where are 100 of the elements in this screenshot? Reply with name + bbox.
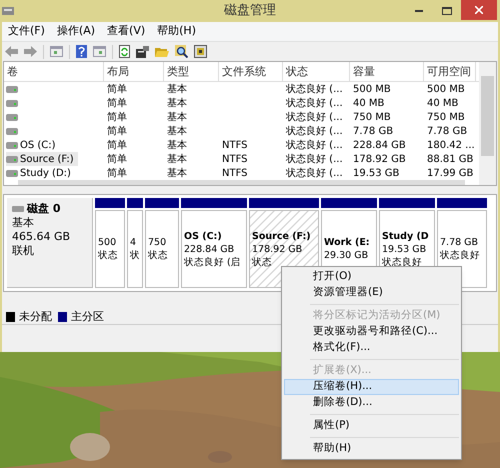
column-header[interactable]: 布局	[104, 62, 164, 82]
magnifier-icon[interactable]	[175, 45, 188, 58]
volume-name[interactable]: Study (D:)	[19, 166, 72, 180]
partition-bar	[127, 198, 143, 208]
drive-icon	[6, 128, 18, 134]
table-cell-text: 基本	[166, 82, 188, 96]
disk-status: 联机	[12, 244, 35, 258]
window-title: 磁盘管理	[223, 2, 277, 20]
table-cell-text: 7.78 GB	[426, 124, 468, 138]
table-cell-text: 简单	[106, 96, 128, 110]
close-button[interactable]	[461, 0, 497, 20]
partition-bar	[95, 198, 125, 208]
menu-item[interactable]: 格式化(F)...	[284, 340, 459, 356]
settings-icon[interactable]	[194, 45, 207, 58]
partition-name: Work (E:	[324, 236, 371, 249]
column-header[interactable]: 容量	[350, 62, 424, 82]
menu-item[interactable]: 操作(A)	[56, 23, 96, 40]
minimize-icon	[415, 10, 423, 12]
table-cell-text: 基本	[166, 138, 188, 152]
partition-text: 750	[148, 236, 168, 249]
disk-name: 磁盘 0	[27, 202, 60, 216]
column-header[interactable]: 可用空间	[424, 62, 476, 82]
horizontal-scrollbar[interactable]	[18, 180, 465, 185]
partition-box[interactable]: 750 状态	[145, 210, 179, 288]
table-cell-text: 500 MB	[352, 82, 392, 96]
table-cell-text: 基本	[166, 152, 188, 166]
partition-text: 状态	[98, 249, 119, 262]
volume-name[interactable]: OS (C:)	[19, 138, 57, 152]
table-cell-text: 简单	[106, 110, 128, 124]
drive-icon	[6, 114, 18, 120]
table-cell-text: 180.42 ...	[426, 138, 476, 152]
partition-name: OS (C:)	[184, 230, 223, 242]
partition-name: Study (D	[382, 230, 430, 242]
drive-icon	[6, 156, 18, 162]
table-cell-text: 7.78 GB	[352, 124, 394, 138]
table-cell-text: 19.53 GB	[352, 166, 400, 180]
partition-text: 19.53 GB	[382, 242, 428, 256]
table-cell-text: 简单	[106, 166, 128, 180]
menu-item[interactable]: 删除卷(D)...	[284, 395, 459, 411]
partition-text: 状态	[148, 249, 169, 262]
partition-box[interactable]: OS (C:) 228.84 GB 状态良好 (启	[181, 210, 247, 288]
partition-text: 状态良好	[382, 256, 423, 268]
table-cell-text: 17.99 GB	[426, 166, 474, 180]
table-cell-text: 40 MB	[352, 96, 386, 110]
table-cell-text: 40 MB	[426, 96, 460, 110]
column-header[interactable]: 状态	[283, 62, 350, 82]
disk-type: 基本	[12, 216, 35, 230]
partition-text: 228.84 GB	[184, 242, 236, 256]
menu-item[interactable]: 资源管理器(E)	[284, 285, 459, 301]
partition-text: 500	[98, 236, 118, 249]
table-cell-text: 88.81 GB	[426, 152, 474, 166]
column-header[interactable]: 文件系统	[219, 62, 283, 82]
legend-label: 主分区	[71, 308, 104, 325]
table-cell-text: 简单	[106, 82, 128, 96]
partition-text: 178.92 GB	[252, 242, 304, 256]
table-cell-text: 基本	[166, 96, 188, 110]
menu-item[interactable]: 帮助(H)	[284, 441, 459, 457]
scrollbar-thumb[interactable]	[481, 76, 494, 156]
partition-box[interactable]: 4 状	[127, 210, 143, 288]
help-icon[interactable]	[76, 45, 87, 58]
table-cell-text: 基本	[166, 110, 188, 124]
partition-bar	[145, 198, 179, 208]
menu-item[interactable]: 更改驱动器号和路径(C)...	[284, 324, 459, 340]
menu-item[interactable]: 属性(P)	[284, 418, 459, 434]
drive-icon	[6, 86, 18, 92]
partition-text: 状	[130, 249, 141, 262]
maximize-icon	[442, 7, 452, 15]
partition-bar	[321, 198, 377, 208]
menu-item[interactable]: 文件(F)	[8, 23, 45, 40]
partition-bar	[181, 198, 247, 208]
table-cell-text: 178.92 GB	[352, 152, 407, 166]
table-cell-text: 基本	[166, 166, 188, 180]
partition-text: 7.78 GB	[440, 236, 480, 249]
table-cell-text: 状态良好 (...	[285, 124, 344, 138]
table-cell-text: 状态良好 (...	[285, 166, 344, 180]
drive-icon	[6, 100, 18, 106]
table-cell-text: NTFS	[221, 166, 249, 180]
disk-size: 465.64 GB	[12, 230, 72, 244]
menu-item[interactable]: 查看(V)	[107, 23, 146, 40]
partition-text: 状态良好 (启	[184, 256, 242, 268]
legend-label: 未分配	[19, 308, 52, 325]
partition-text: 状态良好	[440, 249, 481, 262]
table-cell-text: NTFS	[221, 138, 249, 152]
menu-item[interactable]: 压缩卷(H)...	[284, 379, 459, 395]
refresh-icon[interactable]	[119, 45, 130, 58]
table-cell-text: 状态良好 (...	[285, 96, 344, 110]
vertical-scrollbar[interactable]	[479, 62, 496, 185]
table-cell-text: 简单	[106, 138, 128, 152]
column-header[interactable]: 类型	[164, 62, 219, 82]
properties-icon[interactable]	[136, 46, 149, 58]
table-cell-text: 状态良好 (...	[285, 82, 344, 96]
table-cell-text: 500 MB	[426, 82, 466, 96]
menu-item[interactable]: 帮助(H)	[157, 23, 196, 40]
close-icon	[475, 6, 483, 14]
partition-box[interactable]: 500 状态	[95, 210, 125, 288]
partition-name: Source (F:)	[252, 230, 312, 242]
partition-bar	[437, 198, 487, 208]
table-cell-text: 基本	[166, 124, 188, 138]
table-cell-text: 228.84 GB	[352, 138, 407, 152]
table-cell-text: 750 MB	[352, 110, 392, 124]
